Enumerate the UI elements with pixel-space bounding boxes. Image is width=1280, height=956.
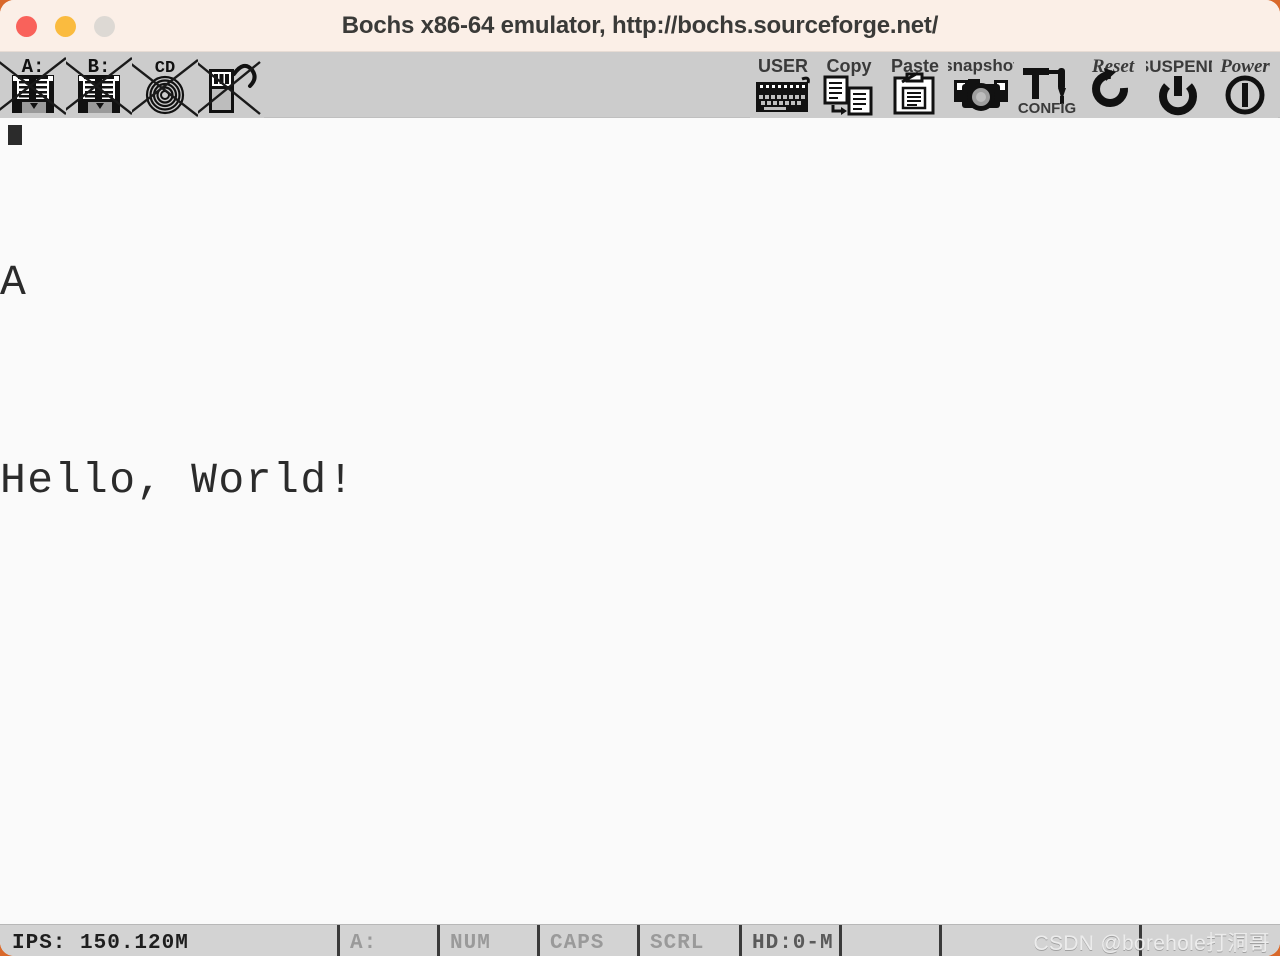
suspend-button[interactable]: SUSPEND [1146,52,1212,118]
status-spare-3 [1142,925,1280,956]
svg-text:Copy: Copy [827,56,872,76]
config-button[interactable]: CONFIG [1014,52,1080,118]
snapshot-button[interactable]: snapshot [948,52,1014,118]
toolbar-media-group: A: B: CD [0,52,264,118]
keyboard-icon: USER [750,52,816,118]
paste-button[interactable]: Paste [882,52,948,118]
vga-line: Hello, World! [0,456,355,505]
bochs-toolbar: A: B: CD USER Copy Paste napsho CONFIG R… [0,52,1280,118]
usb-icon [198,52,264,118]
status-num-lock: NUM [440,925,540,956]
svg-text:snapshot: snapshot [948,56,1014,75]
vga-line: A [0,258,28,307]
status-harddisk: HD:0-M [742,925,842,956]
cdrom-icon: CD [132,52,198,118]
reset-icon: Reset [1080,52,1146,118]
status-spare-1 [842,925,942,956]
cdrom-button[interactable]: CD [132,52,198,118]
config-icon: CONFIG [1014,52,1080,118]
svg-text:A:: A: [22,56,45,78]
copy-button[interactable]: Copy [816,52,882,118]
floppy-b-icon: B: [66,52,132,118]
emulated-screen[interactable]: A Hello, World! [0,118,1280,924]
vga-text-output: A Hello, World! [0,118,355,646]
svg-text:USER: USER [758,56,808,76]
window-title: Bochs x86-64 emulator, http://bochs.sour… [341,12,939,39]
status-spare-2 [942,925,1142,956]
snapshot-icon: snapshot [948,52,1014,118]
power-button[interactable]: Power [1212,52,1278,118]
copy-icon: Copy [816,52,882,118]
svg-text:CONFIG: CONFIG [1018,100,1076,117]
svg-text:SUSPEND: SUSPEND [1146,57,1212,76]
text-cursor [8,125,22,145]
bochs-statusbar: IPS: 150.120M A: NUM CAPS SCRL HD:0-M CS… [0,924,1280,956]
status-ips: IPS: 150.120M [0,925,340,956]
toolbar-action-group: USER Copy Paste napsho CONFIG Reset USPE… [750,52,1278,118]
usb-button[interactable] [198,52,264,118]
status-scroll-lock: SCRL [640,925,742,956]
user-keyboard-button[interactable]: USER [750,52,816,118]
window-titlebar: Bochs x86-64 emulator, http://bochs.sour… [0,0,1280,52]
paste-icon: Paste [882,52,948,118]
suspend-icon: SUSPEND [1146,52,1212,118]
floppy-a-button[interactable]: A: [0,52,66,118]
svg-text:B:: B: [88,56,111,78]
status-caps-lock: CAPS [540,925,640,956]
floppy-b-button[interactable]: B: [66,52,132,118]
status-drive: A: [340,925,440,956]
power-icon: Power [1212,52,1278,118]
floppy-a-icon: A: [0,52,66,118]
svg-text:CD: CD [155,59,175,78]
reset-button[interactable]: Reset [1080,52,1146,118]
emulator-window: Bochs x86-64 emulator, http://bochs.sour… [0,0,1280,956]
svg-text:Power: Power [1219,56,1270,77]
